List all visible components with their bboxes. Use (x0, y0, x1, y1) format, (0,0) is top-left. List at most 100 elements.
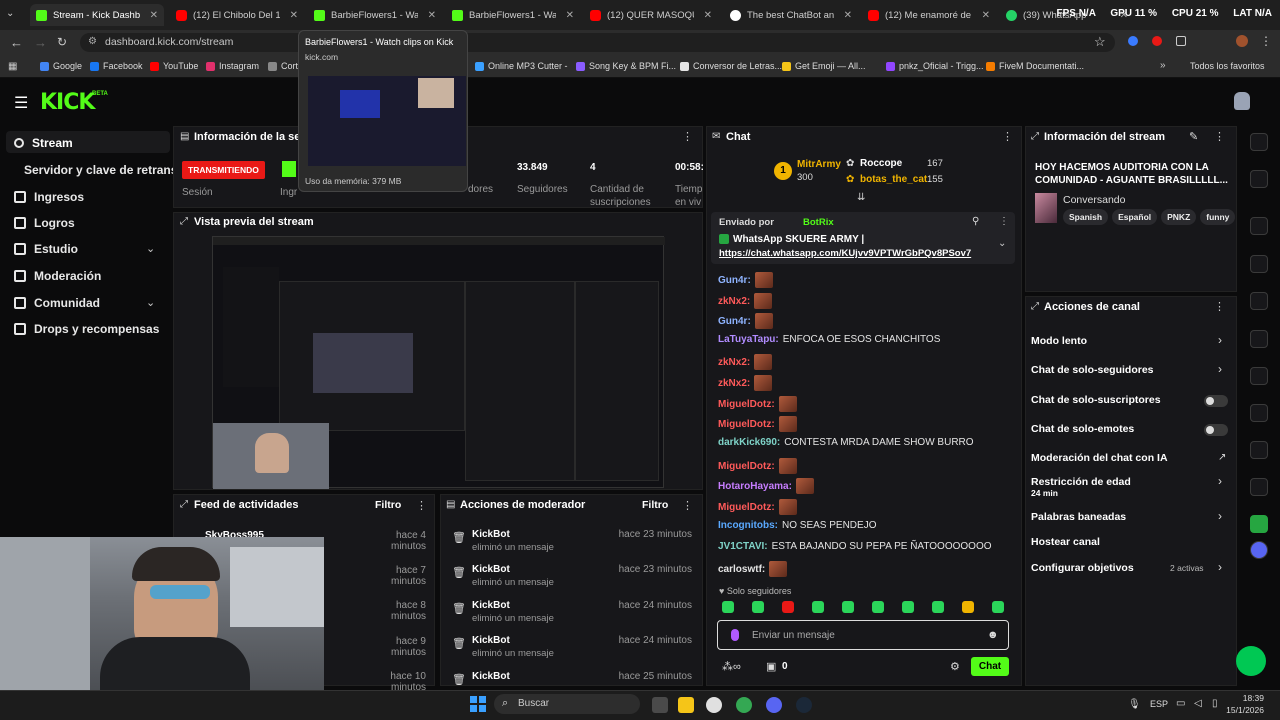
mod-user[interactable]: KickBot (472, 635, 510, 646)
url-bar[interactable] (80, 33, 1115, 52)
chat-username[interactable]: zkNx2: (718, 296, 750, 307)
tab-close-icon[interactable]: ✕ (150, 10, 158, 21)
tab-close-icon[interactable]: ✕ (566, 10, 574, 21)
bookmark-item[interactable]: YouTube (150, 61, 198, 71)
sidebar-item[interactable]: Servidor y clave de retransm (24, 163, 188, 177)
leaderboard-name-1[interactable]: MitrArmy (797, 159, 841, 170)
chat-username[interactable]: carloswtf: (718, 564, 765, 575)
chat-username[interactable]: HotaroHayama: (718, 481, 792, 492)
stream-preview-video[interactable] (212, 236, 665, 489)
emote-shortcut-icon[interactable] (932, 601, 944, 613)
hamburger-menu-icon[interactable]: ☰ (14, 93, 28, 113)
chat-username[interactable]: Incognitobs: (718, 520, 778, 531)
mod-user[interactable]: KickBot (472, 671, 510, 682)
chat-icon[interactable] (1250, 330, 1268, 348)
chat-send-button[interactable]: Chat (971, 657, 1009, 676)
pin-icon[interactable]: ⚲ (972, 216, 979, 227)
chat-settings-icon[interactable]: ⚙ (950, 660, 960, 673)
bookmark-item[interactable]: Facebook (90, 61, 143, 71)
bookmark-item[interactable]: Conversor de Letras... (680, 61, 782, 71)
chat-username[interactable]: zkNx2: (718, 378, 750, 389)
expand-icon[interactable]: ⤢ (180, 216, 188, 227)
obs-icon[interactable] (706, 697, 722, 713)
profile-avatar[interactable] (1236, 35, 1248, 47)
sidebar-item[interactable]: Ingresos (14, 190, 84, 204)
tab-close-icon[interactable]: ✕ (428, 10, 436, 21)
browser-tab[interactable]: The best ChatBot and Wi ✕ (724, 4, 858, 26)
chat-menu-icon[interactable]: ⋮ (1002, 130, 1013, 143)
bookmark-item[interactable]: pnkz_Oficial - Trigg... (886, 61, 984, 71)
browser-tab[interactable]: (12) El Chibolo Del 18 La ✕ (170, 4, 304, 26)
discord-icon[interactable] (1250, 541, 1268, 559)
reload-icon[interactable]: ↻ (57, 35, 67, 49)
expand-info-icon[interactable]: ⤢ (1031, 131, 1039, 142)
browser-tab[interactable]: (12) Me enamoré de una ✕ (862, 4, 996, 26)
tab-close-icon[interactable]: ✕ (704, 10, 712, 21)
chat-username[interactable]: zkNx2: (718, 357, 750, 368)
sidebar-item[interactable]: Estudio (14, 242, 78, 256)
pinned-link[interactable]: https://chat.whatsapp.com/KUjvv9VPTWrGbP… (719, 248, 971, 259)
expand-feed-icon[interactable]: ⤢ (180, 499, 188, 510)
clock-date[interactable]: 15/1/2026 (1220, 705, 1264, 715)
bookmark-item[interactable]: Instagram (206, 61, 259, 71)
tab-search-icon[interactable]: ⌄ (6, 8, 20, 22)
browser-tab[interactable]: Stream - Kick Dashboard ✕ (30, 4, 164, 26)
sidebar-expand-chevron-icon[interactable]: ⌄ (146, 296, 155, 309)
stream-tag[interactable]: Español (1112, 209, 1158, 225)
taskbar-search[interactable] (494, 694, 640, 714)
channel-action-item[interactable]: Chat de solo-seguidores (1031, 364, 1154, 376)
green-widget-icon[interactable] (1250, 515, 1268, 533)
site-info-icon[interactable]: ⚙ (88, 36, 97, 47)
support-chat-icon[interactable] (1236, 646, 1266, 676)
file-explorer-icon[interactable] (678, 697, 694, 713)
chat-username[interactable]: MiguelDotz: (718, 461, 775, 472)
windows-start-icon[interactable] (470, 696, 486, 712)
sidebar-item[interactable]: Drops y recompensas (14, 322, 159, 336)
user-avatar[interactable] (1234, 92, 1250, 110)
stream-tag[interactable]: PNKZ (1161, 209, 1197, 225)
chrome-icon[interactable] (736, 697, 752, 713)
extension-icon[interactable] (1128, 36, 1138, 46)
apps-grid-icon[interactable]: ▦ (8, 61, 17, 72)
channel-action-item[interactable]: Moderación del chat con IA (1031, 452, 1168, 464)
bookmark-item[interactable]: Song Key & BPM Fi... (576, 61, 676, 71)
emoji-picker-icon[interactable]: ☻ (987, 629, 999, 641)
expand-actions-icon[interactable]: ⤢ (1031, 301, 1039, 312)
bookmark-item[interactable]: Cort (268, 61, 298, 71)
chat-username[interactable]: MiguelDotz: (718, 419, 775, 430)
channel-action-item[interactable]: Chat de solo-emotes (1031, 423, 1134, 435)
bookmark-item[interactable]: Online MP3 Cutter - (475, 61, 568, 71)
stream-tag[interactable]: Spanish (1063, 209, 1109, 225)
emote-shortcut-icon[interactable] (962, 601, 974, 613)
sidebar-expand-chevron-icon[interactable]: ⌄ (146, 242, 155, 255)
broadcast-icon[interactable] (1250, 367, 1268, 385)
emote-shortcut-icon[interactable] (842, 601, 854, 613)
emote-shortcut-icon[interactable] (722, 601, 734, 613)
chevron-right-icon[interactable]: › (1218, 509, 1222, 523)
leaderboard-collapse-icon[interactable]: ⇊ (857, 192, 865, 203)
browser-tab[interactable]: BarbieFlowers1 - Watch c ✕ (308, 4, 442, 26)
browser-tab[interactable]: BarbieFlowers1 - Watch c ✕ (446, 4, 580, 26)
leaderboard-name-2[interactable]: Roccope (860, 158, 902, 169)
volume-tray-icon[interactable]: ◁ (1194, 698, 1202, 709)
mod-filter-button[interactable]: Filtro (642, 499, 668, 511)
bookmark-item[interactable]: Google (40, 61, 82, 71)
stream-tag[interactable]: funny (1200, 209, 1236, 225)
mod-user[interactable]: KickBot (472, 564, 510, 575)
toggle-switch[interactable] (1204, 395, 1228, 407)
emote-shortcut-icon[interactable] (902, 601, 914, 613)
channel-action-item[interactable]: Palabras baneadas (1031, 511, 1126, 523)
chevron-right-icon[interactable]: › (1218, 362, 1222, 376)
all-favorites-folder[interactable]: Todos los favoritos (1190, 61, 1265, 71)
sidebar-item[interactable]: Comunidad (14, 296, 100, 310)
pencil-icon[interactable] (1250, 170, 1268, 188)
chat-username[interactable]: MiguelDotz: (718, 399, 775, 410)
taskbar-search-placeholder[interactable]: Buscar (518, 698, 549, 709)
leaderboard-name-3[interactable]: botas_the_cat (860, 174, 927, 185)
mod-user[interactable]: KickBot (472, 529, 510, 540)
extension-record-icon[interactable] (1152, 36, 1162, 46)
tab-close-icon[interactable]: ✕ (290, 10, 298, 21)
emote-shortcut-icon[interactable] (782, 601, 794, 613)
layout-icon[interactable] (1250, 217, 1268, 235)
info-icon[interactable] (1250, 133, 1268, 151)
